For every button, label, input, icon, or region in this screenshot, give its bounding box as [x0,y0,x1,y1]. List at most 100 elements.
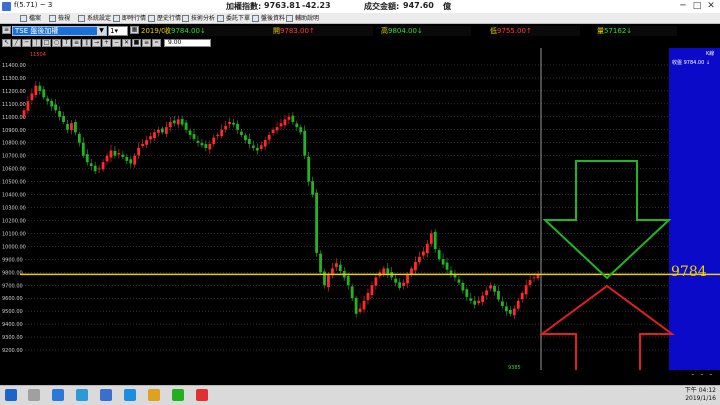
help-icon [286,15,293,22]
candle-down [291,115,295,122]
folder-icon[interactable] [76,389,88,401]
candle-down [445,262,449,270]
y-tick-label: 11100.00 [2,102,26,108]
open-value: 9783.00 [280,27,309,35]
y-axis-labels: 11400.00 11300.00 11200.00 11100.00 11000.00… [2,63,26,354]
start-icon[interactable] [5,389,17,401]
zoom-out-icon[interactable]: ⊖ [699,373,705,375]
delete-icon[interactable]: ✕ [122,39,131,47]
candle-down [85,154,89,163]
realtime-icon [113,15,120,22]
menu-order[interactable]: 委託下單 [217,14,250,23]
reset-icon[interactable]: ⊙ [708,373,714,375]
candle-up [414,261,417,271]
y-tick-label: 10600.00 [2,167,26,173]
hline-icon[interactable]: ─ [22,39,31,47]
candle-up [327,274,330,288]
candle-down [204,144,208,148]
zoom-in-icon[interactable]: ⊕ [690,373,696,375]
edge-icon[interactable] [124,389,136,401]
menu-help[interactable]: 輔助說明 [286,14,319,23]
y-tick-label: 10000.00 [2,244,26,250]
menu-view[interactable]: 檢視 [49,14,70,23]
candle-up [117,153,121,155]
candlestick-chart[interactable]: 11400.00 11300.00 11200.00 11100.00 11000.00… [0,48,720,375]
chrome-icon[interactable] [148,389,160,401]
candle-up [164,127,168,134]
fib-icon[interactable]: ≡ [72,39,81,47]
ie-icon[interactable] [52,389,64,401]
chart-area[interactable]: 11400.00 11300.00 11200.00 11100.00 11000.00… [0,48,720,375]
y-tick-label: 11000.00 [2,115,26,121]
candle-down [299,127,303,133]
volume-unit: 億 [443,2,451,11]
y-tick-label: 10300.00 [2,206,26,212]
close-icon[interactable]: ✕ [704,0,718,12]
menu-file[interactable]: 檔案 [20,14,41,23]
channel-icon[interactable]: ∥ [82,39,91,47]
task-view-icon[interactable] [28,389,40,401]
y-tick-label: 10100.00 [2,231,26,237]
candle-up [275,127,279,131]
menu-history[interactable]: 歷史行情 [148,14,181,23]
system-tray[interactable]: 下午 04:12 2019/1/16 [685,387,716,403]
candle-up [259,145,263,149]
down-arrow-icon: ↓ [626,27,633,35]
line-app-icon[interactable] [172,389,184,401]
menu-icon[interactable]: ≡ [2,26,11,34]
y-tick-label: 9800.00 [2,270,23,276]
candle-down [184,122,188,130]
y-tick-label: 10200.00 [2,218,26,224]
clock-date: 2019/1/16 [685,395,716,402]
top-price-label: 11504 [30,52,46,58]
menu-label: 輔助說明 [295,15,320,22]
line-icon[interactable]: ╱ [12,39,21,47]
period-select[interactable]: 1▾ [108,26,128,36]
price-input[interactable]: 9.00 [164,39,211,47]
zoom-in-icon[interactable]: + [102,39,111,47]
minimize-icon[interactable]: ─ [676,0,690,12]
menu-settings[interactable]: 系統設定 [78,14,111,23]
width-icon[interactable]: ≡ [142,39,151,47]
candle-down [180,118,184,125]
scroll-right-icon[interactable]: ▶ [681,373,687,375]
rect-icon[interactable]: □ [42,39,51,47]
y-tick-label: 9900.00 [2,257,23,263]
right-panel-title: K線 [706,50,714,57]
candle-down [473,300,477,305]
stock-select[interactable]: TSE 盤後加權 ▼ [12,26,107,36]
menu-technical[interactable]: 技術分析 [182,14,215,23]
index-change: -42.23 [302,1,331,10]
color-icon[interactable]: ■ [132,39,141,47]
low-label: 低 [490,27,497,35]
menu-realtime[interactable]: 即時行情 [113,14,146,23]
circle-icon[interactable]: ○ [52,39,61,47]
cursor-icon[interactable]: ↖ [2,39,11,47]
candle-down [255,147,259,151]
calendar-icon[interactable]: ▦ [130,26,139,34]
candle-up [283,119,287,126]
text-icon[interactable]: T [62,39,71,47]
windows-icon[interactable] [100,389,112,401]
scroll-left-icon[interactable]: ◀ [672,373,678,375]
maximize-icon[interactable]: □ [690,0,704,12]
arrow-icon[interactable]: → [92,39,101,47]
candle-up [216,134,220,136]
chevron-down-icon[interactable]: ▼ [97,27,106,35]
candle-up [279,123,283,127]
chart-toolbar: ↖ ╱ ─ │ □ ○ T ≡ ∥ → + − ✕ ■ ≡ ┅ 9.00 [0,38,720,48]
vline-icon[interactable]: │ [32,39,41,47]
candle-up [141,144,145,146]
trading-app-icon[interactable] [196,389,208,401]
zoom-out-icon[interactable]: − [112,39,121,47]
candle-up [485,290,488,296]
style-icon[interactable]: ┅ [152,39,161,47]
candle-up [145,140,148,145]
bottom-axis [0,370,720,375]
y-tick-label: 10800.00 [2,141,26,147]
period-value: 1 [110,27,115,35]
candle-down [386,268,390,274]
up-arrow-icon: ↑ [525,27,532,35]
menu-afterhours[interactable]: 盤後資料 [252,14,285,23]
candle-down [497,290,500,300]
